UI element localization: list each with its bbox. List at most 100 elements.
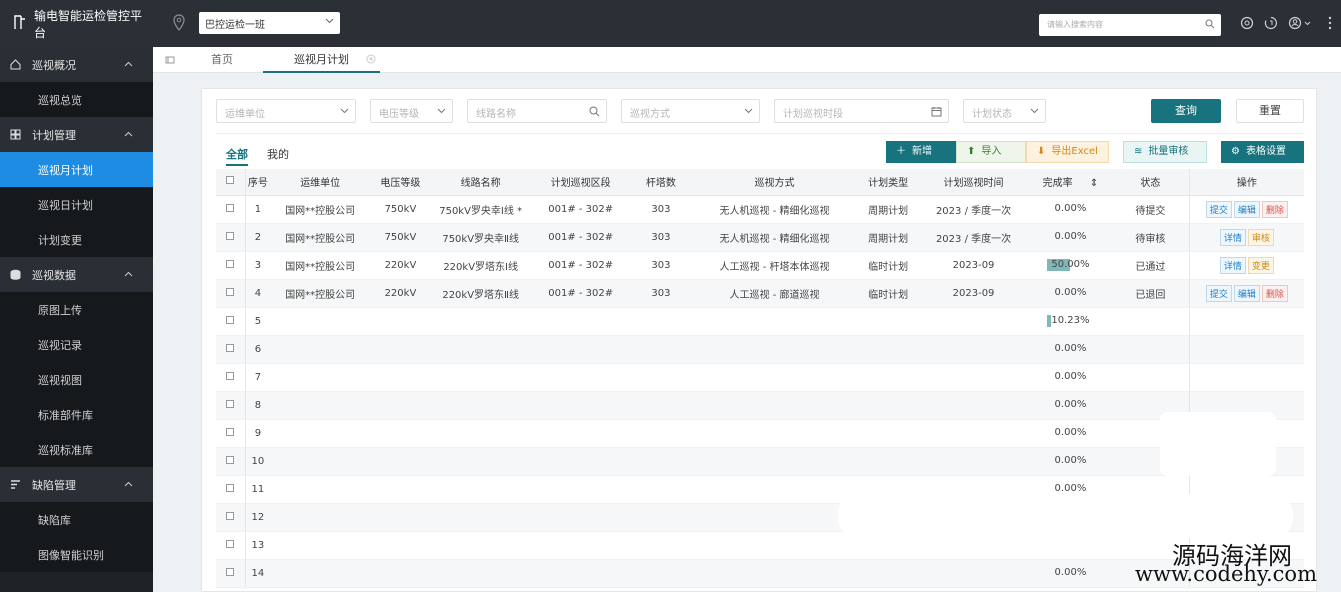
sidebar-item-defect-library[interactable]: 缺陷库 [0, 502, 153, 537]
checkbox[interactable] [226, 399, 235, 408]
sidebar-group-plan[interactable]: 计划管理 [0, 117, 153, 152]
team-select[interactable]: 巴控运检一班 [199, 12, 340, 34]
op-button[interactable]: 详情 [1219, 256, 1246, 274]
more-icon[interactable] [1328, 16, 1332, 30]
sidebar-group-data[interactable]: 巡视数据 [0, 257, 153, 292]
cell-unit: 国网**控股公司 [270, 223, 371, 252]
row-checkbox-cell[interactable] [216, 223, 246, 252]
checkbox[interactable] [226, 231, 235, 240]
op-button[interactable]: 编辑 [1233, 284, 1260, 302]
import-button[interactable]: ⬆ 导入 [956, 141, 1026, 163]
cell-unit [270, 419, 371, 448]
cell-voltage: 220kV [370, 251, 431, 280]
checkbox[interactable] [226, 287, 235, 296]
sidebar-item-plan-change[interactable]: 计划变更 [0, 222, 153, 257]
plus-icon: ＋ [896, 146, 906, 157]
table-row[interactable]: 4 国网**控股公司 220kV 220kV罗塔东Ⅱ线 001# - 302# 303 人工… [216, 279, 1304, 308]
row-checkbox-cell[interactable] [216, 279, 246, 308]
op-button[interactable]: 编辑 [1233, 200, 1260, 218]
upload-icon: ⬆ [967, 146, 976, 157]
row-checkbox-cell[interactable] [216, 251, 246, 280]
table-row[interactable]: 6 0.00% [216, 335, 1304, 364]
checkbox[interactable] [226, 483, 235, 492]
reset-button[interactable]: 重置 [1236, 99, 1304, 123]
checkbox[interactable] [226, 567, 235, 576]
checkbox[interactable] [226, 371, 235, 380]
row-checkbox-cell[interactable] [216, 503, 246, 532]
table-row[interactable]: 10 0.00% [216, 447, 1304, 476]
sidebar-group-overview[interactable]: 巡视概况 [0, 47, 153, 82]
select-all-checkbox[interactable] [216, 169, 246, 196]
row-checkbox-cell[interactable] [216, 391, 246, 420]
mode-select[interactable]: 巡视方式 [621, 99, 760, 123]
batch-review-button[interactable]: ≋ 批量审核 [1123, 141, 1207, 163]
checkbox[interactable] [226, 315, 235, 324]
row-checkbox-cell[interactable] [216, 307, 246, 336]
row-checkbox-cell[interactable] [216, 531, 246, 560]
op-button[interactable]: 删除 [1261, 200, 1288, 218]
checkbox[interactable] [226, 203, 235, 212]
user-icon[interactable] [1288, 16, 1318, 30]
col-rate[interactable]: 完成率 ⇕ [1028, 169, 1113, 196]
help-icon[interactable] [1264, 16, 1278, 30]
cell-voltage [370, 335, 431, 364]
search-input[interactable]: 请输入搜索内容 [1039, 14, 1221, 36]
table-row[interactable]: 8 0.00% [216, 391, 1304, 420]
op-button[interactable]: 删除 [1261, 284, 1288, 302]
table-row[interactable]: 7 0.00% [216, 363, 1304, 392]
tab-monthly-plan[interactable]: 巡视月计划 [263, 47, 380, 73]
row-checkbox-cell[interactable] [216, 475, 246, 504]
query-button[interactable]: 查询 [1151, 99, 1221, 123]
search-icon[interactable] [1205, 19, 1215, 29]
op-button[interactable]: 审核 [1247, 228, 1274, 246]
row-checkbox-cell[interactable] [216, 419, 246, 448]
subtab-mine[interactable]: 我的 [267, 146, 289, 162]
period-picker[interactable]: 计划巡视时段 [774, 99, 949, 123]
checkbox[interactable] [226, 176, 235, 185]
checkbox[interactable] [226, 259, 235, 268]
sidebar-item-overview[interactable]: 巡视总览 [0, 82, 153, 117]
sidebar-group-defects[interactable]: 缺陷管理 [0, 467, 153, 502]
op-button[interactable]: 提交 [1205, 284, 1232, 302]
sort-icon[interactable]: ⇕ [1090, 178, 1098, 189]
sidebar-item-views[interactable]: 巡视视图 [0, 362, 153, 397]
tab-home[interactable]: 首页 [211, 47, 233, 73]
sidebar-item-monthly-plan[interactable]: 巡视月计划 [0, 152, 153, 187]
line-name-input[interactable]: 线路名称 [467, 99, 607, 123]
status-select[interactable]: 计划状态 [963, 99, 1046, 123]
sidebar-item-standards[interactable]: 巡视标准库 [0, 432, 153, 467]
table-settings-button[interactable]: ⚙ 表格设置 [1221, 141, 1304, 163]
checkbox[interactable] [226, 539, 235, 548]
row-checkbox-cell[interactable] [216, 559, 246, 588]
export-excel-button[interactable]: ⬇ 导出Excel [1026, 141, 1109, 163]
op-button[interactable]: 提交 [1205, 200, 1232, 218]
sidebar-item-records[interactable]: 巡视记录 [0, 327, 153, 362]
table-row[interactable]: 3 国网**控股公司 220kV 220kV罗塔东Ⅰ线 001# - 302# 303 人工… [216, 251, 1304, 280]
add-button[interactable]: ＋ 新增 [886, 141, 956, 163]
close-icon[interactable] [366, 54, 376, 67]
sidebar-item-image-recognition[interactable]: 图像智能识别 [0, 537, 153, 572]
sidebar-group-label: 巡视数据 [32, 268, 76, 282]
checkbox[interactable] [226, 427, 235, 436]
row-checkbox-cell[interactable] [216, 195, 246, 224]
op-button[interactable]: 详情 [1219, 228, 1246, 246]
table-row[interactable]: 9 0.00% [216, 419, 1304, 448]
table-row[interactable]: 5 10.23% [216, 307, 1304, 336]
table-row[interactable]: 2 国网**控股公司 750kV 750kV罗央幸Ⅱ线 001# - 302# 303 无人… [216, 223, 1304, 252]
sidebar-item-daily-plan[interactable]: 巡视日计划 [0, 187, 153, 222]
checkbox[interactable] [226, 343, 235, 352]
subtab-all[interactable]: 全部 [226, 146, 248, 166]
row-checkbox-cell[interactable] [216, 363, 246, 392]
sidebar-item-parts-library[interactable]: 标准部件库 [0, 397, 153, 432]
unit-select[interactable]: 运维单位 [216, 99, 356, 123]
voltage-select[interactable]: 电压等级 [370, 99, 453, 123]
checkbox[interactable] [226, 511, 235, 520]
sidebar-item-upload[interactable]: 原图上传 [0, 292, 153, 327]
row-checkbox-cell[interactable] [216, 335, 246, 364]
table-row[interactable]: 1 国网**控股公司 750kV 750kV罗央幸Ⅰ线 * 001# - 302# 303… [216, 195, 1304, 224]
collapse-icon[interactable] [165, 55, 175, 68]
settings-icon[interactable] [1240, 16, 1254, 30]
op-button[interactable]: 变更 [1247, 256, 1274, 274]
row-checkbox-cell[interactable] [216, 447, 246, 476]
checkbox[interactable] [226, 455, 235, 464]
